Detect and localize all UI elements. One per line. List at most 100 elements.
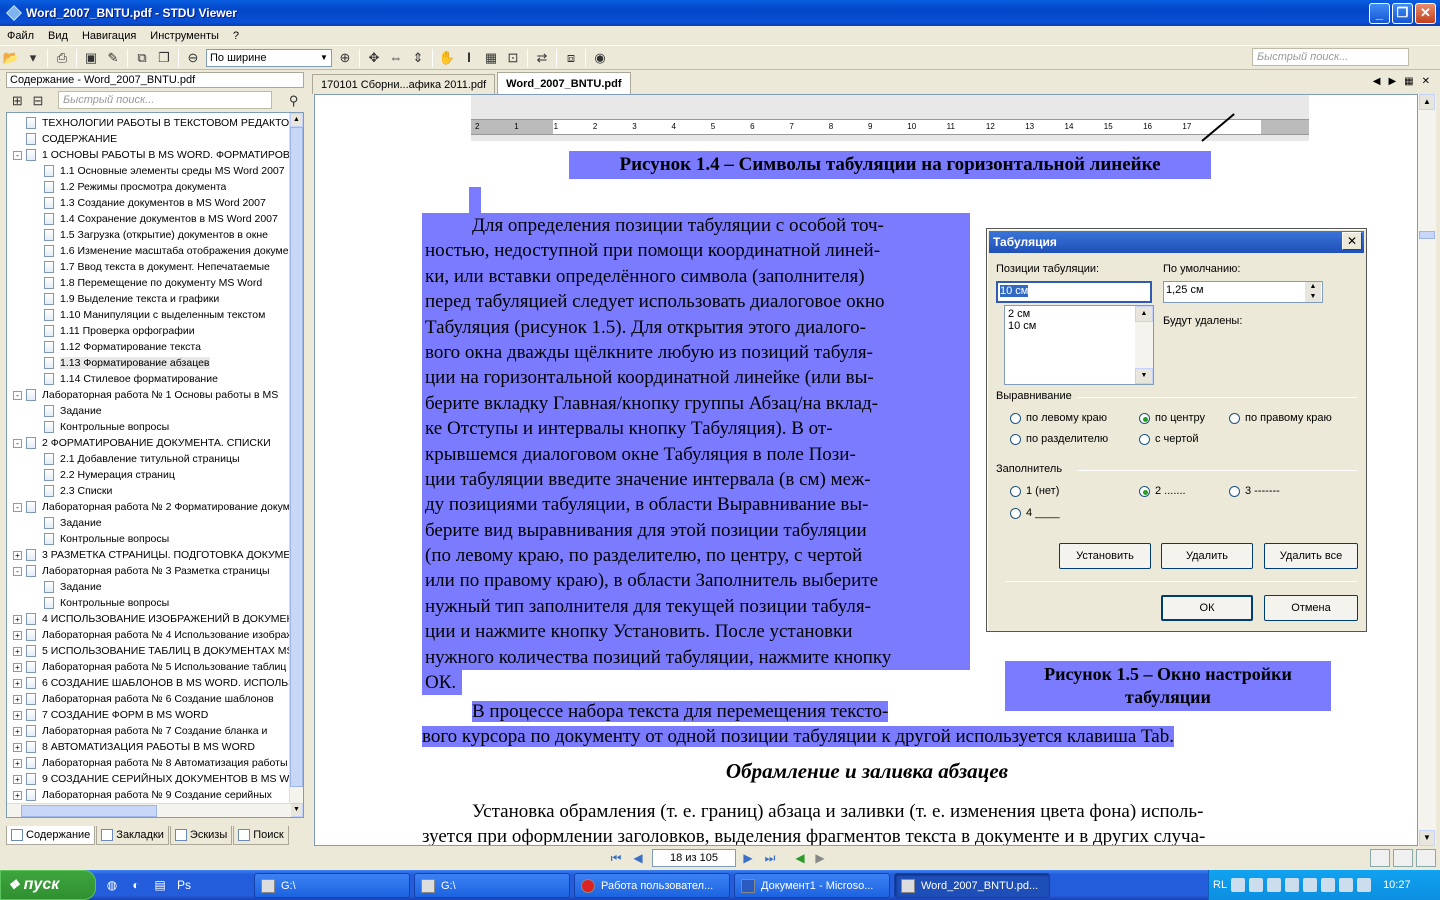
tray-antivirus-icon[interactable]	[1303, 878, 1318, 892]
two-pages-icon[interactable]: ⧈	[561, 48, 581, 68]
single-page-view-icon[interactable]	[1370, 849, 1390, 867]
update-icon[interactable]: ◉	[590, 48, 610, 68]
tree-item[interactable]: - Лабораторная работа № 3 Разметка страни…	[7, 563, 291, 579]
tree-item[interactable]: - 2 ФОРМАТИРОВАНИЕ ДОКУМЕНТА. СПИСКИ	[7, 435, 291, 451]
copy-icon[interactable]: ⧉	[132, 48, 152, 68]
expand-icon[interactable]: +	[13, 662, 22, 672]
tab-next-icon[interactable]: ▶	[1388, 76, 1396, 87]
default-stop-input[interactable]: 1,25 см	[1163, 281, 1323, 303]
leader-2-radio[interactable]: 2 .......	[1139, 485, 1186, 497]
tree-item[interactable]: Контрольные вопросы	[7, 419, 291, 435]
expand-icon[interactable]: +	[13, 758, 22, 768]
scroll-down-icon[interactable]: ▼	[290, 803, 303, 817]
quicklaunch-disk-icon[interactable]: ▤	[150, 875, 170, 895]
tree-horizontal-scrollbar[interactable]	[7, 803, 291, 817]
align-right-radio[interactable]: по правому краю	[1229, 412, 1332, 424]
tree-item[interactable]: +6 СОЗДАНИЕ ШАБЛОНОВ В MS WORD. ИСПОЛЬЗО…	[7, 675, 291, 691]
tree-item[interactable]: + Лабораторная работа № 8 Автоматизация р…	[7, 755, 291, 771]
align-left-radio[interactable]: по левому краю	[1010, 412, 1107, 424]
expand-all-icon[interactable]: ⊞	[8, 91, 27, 111]
tree-item[interactable]: 1.8 Перемещение по документу MS Word	[7, 275, 291, 291]
scroll-down-icon[interactable]: ▼	[1419, 830, 1435, 846]
quick-search-input[interactable]: Быстрый поиск...	[1252, 48, 1409, 66]
start-button[interactable]: ❖ пуск	[0, 870, 96, 900]
tree-item[interactable]: 1.12 Форматирование текста	[7, 339, 291, 355]
dialog-close-icon[interactable]: ✕	[1342, 232, 1362, 250]
continuous-view-icon[interactable]	[1416, 849, 1436, 867]
tree-item[interactable]: + Лабораторная работа № 6 Создание шаблон…	[7, 691, 291, 707]
expand-icon[interactable]: +	[13, 550, 22, 560]
align-decimal-radio[interactable]: по разделителю	[1010, 433, 1108, 445]
tray-network-icon[interactable]	[1249, 878, 1264, 892]
taskbar-button-explorer-1[interactable]: G:\	[254, 873, 410, 898]
tree-item[interactable]: 1.10 Манипуляции с выделенным текстом	[7, 307, 291, 323]
tree-item[interactable]: 2.2 Нумерация страниц	[7, 467, 291, 483]
tray-printer-icon[interactable]	[1357, 878, 1372, 892]
open-dropdown-icon[interactable]: ▾	[23, 48, 43, 68]
tab-document-1[interactable]: 170101 Сборни...афика 2011.pdf	[312, 74, 496, 94]
tab-contents[interactable]: Содержание	[6, 826, 96, 845]
print-icon[interactable]: ⎙	[52, 48, 72, 68]
tree-item[interactable]: Контрольные вопросы	[7, 531, 291, 547]
contents-search-input[interactable]: Быстрый поиск...	[58, 91, 272, 109]
collapse-icon[interactable]: -	[13, 390, 22, 400]
taskbar-button-word[interactable]: Документ1 - Microso...	[734, 873, 890, 898]
last-page-icon[interactable]: ⏭	[762, 850, 778, 866]
scroll-up-icon[interactable]: ▲	[1419, 94, 1435, 110]
tray-nvidia-icon[interactable]	[1321, 878, 1336, 892]
tree-item[interactable]: Контрольные вопросы	[7, 595, 291, 611]
tray-volume-icon[interactable]	[1339, 878, 1354, 892]
tree-item[interactable]: 1.5 Загрузка (открытие) документов в окн…	[7, 227, 291, 243]
expand-icon[interactable]: +	[13, 710, 22, 720]
document-vertical-scrollbar[interactable]: ▲ ▼	[1418, 94, 1436, 846]
collapse-icon[interactable]: -	[13, 502, 22, 512]
tree-item[interactable]: - Лабораторная работа № 1 Основы работы в…	[7, 387, 291, 403]
tree-item[interactable]: 1.6 Изменение масштаба отображения докум…	[7, 243, 291, 259]
history-back-icon[interactable]: ◀	[792, 850, 808, 866]
expand-icon[interactable]: +	[13, 614, 22, 624]
list-scrollbar[interactable]: ▲ ▼	[1135, 306, 1153, 384]
language-indicator[interactable]: RL	[1213, 879, 1227, 891]
expand-icon[interactable]: +	[13, 694, 22, 704]
tree-item[interactable]: 2.1 Добавление титульной страницы	[7, 451, 291, 467]
next-page-icon[interactable]: ▶	[740, 850, 756, 866]
tree-item[interactable]: +3 РАЗМЕТКА СТРАНИЦЫ. ПОДГОТОВКА ДОКУМЕН…	[7, 547, 291, 563]
tray-display-icon[interactable]	[1267, 878, 1282, 892]
expand-icon[interactable]: +	[13, 646, 22, 656]
menu-tools[interactable]: Инструменты	[143, 30, 226, 42]
fit-page-icon[interactable]: ✥	[364, 48, 384, 68]
align-center-radio[interactable]: по центру	[1139, 412, 1205, 424]
collapse-icon[interactable]: -	[13, 566, 22, 576]
scroll-thumb[interactable]	[1419, 231, 1435, 239]
menu-help[interactable]: ?	[226, 30, 246, 42]
tree-item[interactable]: + Лабораторная работа № 4 Использование и…	[7, 627, 291, 643]
tree-item[interactable]: 1.11 Проверка орфографии	[7, 323, 291, 339]
leader-1-radio[interactable]: 1 (нет)	[1010, 485, 1059, 497]
collapse-all-icon[interactable]: ⊟	[29, 91, 48, 111]
tree-item[interactable]: +8 АВТОМАТИЗАЦИЯ РАБОТЫ В MS WORD	[7, 739, 291, 755]
align-bar-radio[interactable]: с чертой	[1139, 433, 1198, 445]
zoom-select[interactable]: По ширине ▼	[206, 48, 332, 67]
tab-search[interactable]: Поиск	[233, 826, 289, 845]
scroll-thumb[interactable]	[290, 127, 303, 787]
tree-item[interactable]: 2.3 Списки	[7, 483, 291, 499]
tray-usb-icon[interactable]	[1285, 878, 1300, 892]
scroll-thumb[interactable]	[21, 805, 157, 817]
menu-navigation[interactable]: Навигация	[75, 30, 143, 42]
close-button[interactable]: ✕	[1415, 2, 1436, 24]
expand-icon[interactable]: +	[13, 790, 22, 800]
first-page-icon[interactable]: ⏮	[608, 850, 624, 866]
fit-height-icon[interactable]: ⇕	[408, 48, 428, 68]
tree-item[interactable]: 1.2 Режимы просмотра документа	[7, 179, 291, 195]
ok-button[interactable]: ОК	[1161, 595, 1253, 621]
minimize-button[interactable]: _	[1369, 2, 1390, 24]
binoculars-icon[interactable]: ⚲	[284, 91, 303, 111]
tree-item[interactable]: +4 ИСПОЛЬЗОВАНИЕ ИЗОБРАЖЕНИЙ В ДОКУМЕНТА…	[7, 611, 291, 627]
collapse-icon[interactable]: -	[13, 438, 22, 448]
tree-item[interactable]: + Лабораторная работа № 9 Создание серийн…	[7, 787, 291, 803]
collapse-icon[interactable]: -	[13, 150, 22, 160]
list-item[interactable]: 10 см	[1008, 320, 1150, 332]
taskbar-button-stdu[interactable]: Word_2007_BNTU.pd...	[894, 873, 1050, 898]
scroll-up-icon[interactable]: ▲	[1135, 306, 1153, 322]
expand-icon[interactable]: +	[13, 726, 22, 736]
